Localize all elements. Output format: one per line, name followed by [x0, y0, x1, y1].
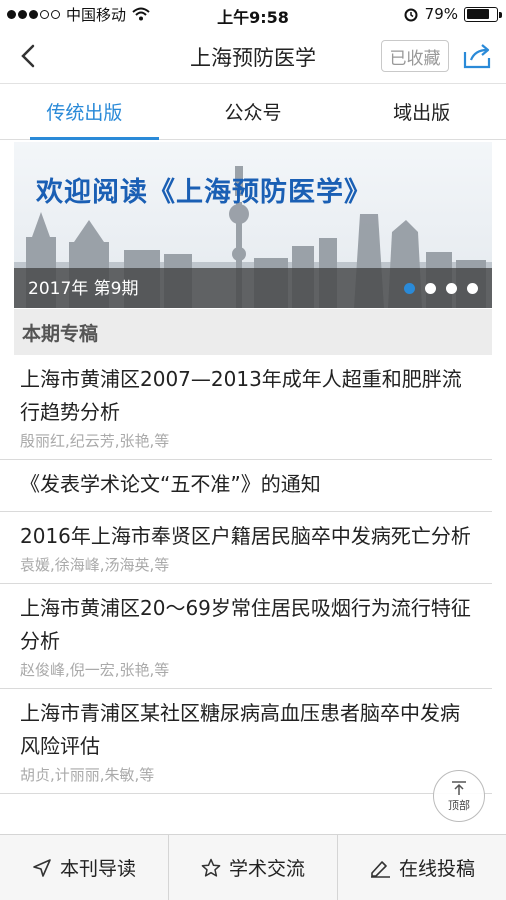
article-list[interactable]: 上海市黄浦区2007—2013年成年人超重和肥胖流行趋势分析 殷丽红,纪云芳,张… [0, 355, 506, 835]
tab-bar: 传统出版 公众号 域出版 [0, 84, 506, 140]
bottom-toolbar: 本刊导读 学术交流 在线投稿 [0, 834, 506, 900]
favorite-button[interactable]: 已收藏 [381, 40, 449, 72]
status-bar: 中国移动 上午9:58 79% [0, 0, 506, 28]
list-item[interactable]: 上海市青浦区某社区糖尿病高血压患者脑卒中发病风险评估 胡贞,计丽丽,朱敏,等 [0, 689, 492, 794]
tab-domain-publishing[interactable]: 域出版 [337, 84, 506, 139]
pager-dot[interactable] [446, 283, 457, 294]
article-title[interactable]: 上海市黄浦区20～69岁常住居民吸烟行为流行特征分析 [20, 592, 472, 658]
back-to-top-label: 顶部 [448, 799, 470, 812]
article-authors: 殷丽红,纪云芳,张艳,等 [20, 432, 170, 450]
navigation-arrow-icon [33, 858, 51, 877]
carousel-pager[interactable] [404, 283, 478, 294]
list-item[interactable]: 2016年上海市奉贤区户籍居民脑卒中发病死亡分析 袁媛,徐海峰,汤海英,等 [0, 512, 492, 584]
article-title[interactable]: 2016年上海市奉贤区户籍居民脑卒中发病死亡分析 [20, 520, 472, 553]
list-item[interactable]: 《发表学术论文“五不准”》的通知 [0, 460, 492, 512]
list-item[interactable]: 上海市黄浦区2007—2013年成年人超重和肥胖流行趋势分析 殷丽红,纪云芳,张… [0, 355, 492, 460]
article-title[interactable]: 上海市青浦区某社区糖尿病高血压患者脑卒中发病风险评估 [20, 697, 472, 763]
academic-exchange-label: 学术交流 [228, 858, 305, 880]
alarm-icon [404, 8, 418, 22]
pager-dot[interactable] [467, 283, 478, 294]
edit-icon [370, 860, 390, 878]
banner-carousel[interactable]: 欢迎阅读《上海预防医学》 2017年 第9期 [14, 142, 492, 308]
star-icon [201, 858, 221, 877]
guide-button[interactable]: 本刊导读 [0, 835, 169, 900]
pager-dot[interactable] [425, 283, 436, 294]
online-submission-button[interactable]: 在线投稿 [338, 835, 506, 900]
section-header: 本期专稿 [14, 309, 492, 355]
back-to-top-button[interactable]: 顶部 [433, 770, 485, 822]
online-submission-label: 在线投稿 [398, 858, 475, 880]
tab-official-account[interactable]: 公众号 [169, 84, 338, 139]
battery-icon [464, 6, 502, 22]
article-title[interactable]: 《发表学术论文“五不准”》的通知 [20, 468, 472, 501]
list-item[interactable]: 上海市黄浦区20～69岁常住居民吸烟行为流行特征分析 赵俊峰,倪一宏,张艳,等 [0, 584, 492, 689]
share-icon[interactable] [461, 40, 495, 72]
arrow-up-icon [452, 781, 466, 795]
guide-label: 本刊导读 [59, 858, 136, 880]
article-authors: 赵俊峰,倪一宏,张艳,等 [20, 661, 170, 679]
tab-traditional-publishing[interactable]: 传统出版 [0, 84, 169, 140]
battery-percent: 79% [424, 5, 458, 23]
status-right: 79% [403, 0, 502, 28]
navigation-bar: 上海预防医学 已收藏 [0, 28, 506, 84]
article-title[interactable]: 上海市黄浦区2007—2013年成年人超重和肥胖流行趋势分析 [20, 363, 472, 429]
banner-title: 欢迎阅读《上海预防医学》 [36, 177, 372, 208]
article-authors: 胡贞,计丽丽,朱敏,等 [20, 766, 155, 784]
academic-exchange-button[interactable]: 学术交流 [169, 835, 338, 900]
banner-issue-label: 2017年 第9期 [28, 279, 139, 299]
pager-dot[interactable] [404, 283, 415, 294]
article-authors: 袁媛,徐海峰,汤海英,等 [20, 556, 170, 574]
